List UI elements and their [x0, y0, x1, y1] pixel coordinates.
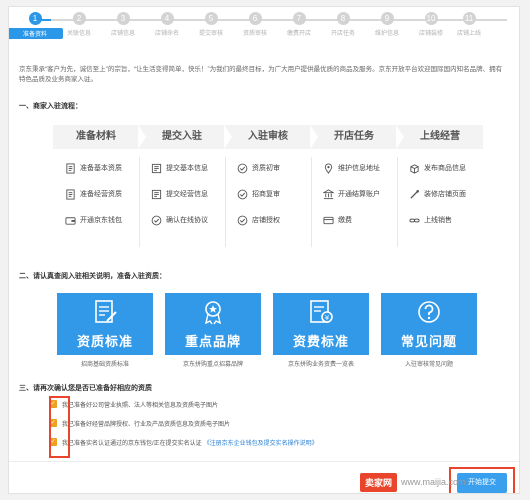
watermark: 卖家网 www.maijia.com	[360, 470, 466, 494]
form-icon	[151, 163, 162, 174]
watermark-logo: 卖家网	[360, 472, 398, 492]
flow-item-label: 发布商品信息	[424, 165, 466, 172]
card-title: 重点品牌	[184, 334, 241, 349]
card-title: 资质标准	[76, 334, 133, 349]
settlement-page: 1 准备资料 2 关联信息 3 店铺信息 4 店铺命名 5 提交审核 6 资质审核 7 缴费开店 8 开店任务…	[8, 6, 520, 494]
flow-item-label: 维护信息地址	[338, 165, 380, 172]
product-icon	[409, 163, 420, 174]
flow-stage-3: 入驻审核	[248, 131, 288, 142]
flow-arrow	[310, 125, 318, 149]
flow-item: 发布商品信息	[409, 155, 495, 181]
watermark-url: www.maijia.com	[401, 477, 466, 487]
flow-column-5: 发布商品信息 装修店铺页面 上线销售	[409, 155, 495, 233]
bank-icon	[323, 188, 334, 200]
medal-icon	[199, 299, 227, 325]
edit-doc-icon	[91, 299, 119, 325]
flow-item-label: 缴费	[338, 217, 352, 224]
card-caption[interactable]: 招商基础资质标准	[57, 359, 153, 368]
link-icon	[409, 215, 420, 226]
section-title-process: 一、商家入驻流程：	[19, 103, 82, 110]
card-title: 资费标准	[292, 334, 349, 349]
confirm-item-label: 我已准备好公司营业执照、法人等相关信息及资质电子图片	[62, 402, 219, 409]
flow-divider	[139, 157, 140, 247]
confirm-item-2: ✓ 我已准备好经营品牌授权、行业及产品资质信息及资质电子图片	[49, 417, 230, 429]
flow-item-label: 资质初审	[252, 165, 280, 172]
confirm-item-label: 我已准备好经营品牌授权、行业及产品资质信息及资质电子图片	[62, 421, 231, 428]
flow-divider	[311, 157, 312, 247]
flow-item-label: 提交经营信息	[166, 191, 208, 198]
pin-icon	[323, 163, 334, 174]
step-progress-bar: 1 准备资料 2 关联信息 3 店铺信息 4 店铺命名 5 提交审核 6 资质审核 7 缴费开店 8 开店任务…	[9, 7, 519, 43]
step-number: 10	[424, 12, 438, 25]
check-circle-icon	[237, 189, 248, 200]
wallet-icon	[65, 215, 76, 226]
flow-item-label: 开通京东钱包	[80, 217, 122, 224]
brush-icon	[409, 189, 420, 200]
flow-item-label: 确认在线协议	[166, 217, 208, 224]
process-flow: 准备材料 提交入驻 入驻审核 开店任务 上线经营 准备基本资质 准备经营资质 开通京东钱包 提…	[53, 125, 483, 255]
flow-stage-2: 提交入驻	[162, 131, 202, 142]
flow-arrow	[396, 125, 404, 149]
card-caption[interactable]: 京东拼购重点招募品牌	[165, 359, 261, 368]
section-title-confirm: 三、请再次确认您是否已准备好相应的资质	[19, 385, 152, 392]
card-1[interactable]: 资质标准	[57, 293, 153, 355]
fee-doc-icon: ¥	[307, 299, 335, 325]
checkbox-highlight-frame	[49, 396, 70, 458]
document-icon	[65, 162, 76, 174]
flow-item-label: 装修店铺页面	[424, 191, 466, 198]
step-number: 2	[72, 12, 86, 25]
card-2[interactable]: 重点品牌	[165, 293, 261, 355]
step-number: 6	[248, 12, 262, 25]
intro-text: 京东秉承“客户为先，诚信至上”的宗旨，“让生活变得简单，快乐！”为我们的最终目标…	[19, 66, 503, 83]
flow-item-label: 上线销售	[424, 217, 452, 224]
step-label: 店铺上线	[456, 31, 481, 37]
check-circle-icon	[237, 163, 248, 174]
flow-header: 准备材料 提交入驻 入驻审核 开店任务 上线经营	[53, 125, 483, 149]
card-3[interactable]: ¥ 资费标准	[273, 293, 369, 355]
step-number: 5	[204, 12, 218, 25]
flow-item-label: 准备基本资质	[80, 165, 122, 172]
flow-arrow	[138, 125, 146, 149]
step-number: 3	[116, 12, 130, 25]
info-cards: 资质标准招商基础资质标准 重点品牌京东拼购重点招募品牌 ¥ 资费标准京东拼购业务资费一…	[57, 293, 477, 369]
question-icon	[415, 299, 443, 325]
card-4[interactable]: 常见问题	[381, 293, 477, 355]
step-number: 11	[462, 12, 476, 25]
card-title: 常见问题	[400, 334, 457, 349]
flow-divider	[225, 157, 226, 247]
form-icon	[151, 189, 162, 200]
flow-stage-5: 上线经营	[420, 131, 460, 142]
step-number: 9	[380, 12, 394, 25]
instruction-link[interactable]: 《注册京东企业钱包及提交实名操作说明》	[204, 438, 318, 447]
card-caption[interactable]: 京东拼购业务资费一览表	[273, 359, 369, 368]
step-number: 1	[28, 12, 42, 25]
confirm-item-3: ✓ 我已准备实名认证通过的京东钱包/正在提交实名认证 《注册京东企业钱包及提交实名操…	[49, 436, 318, 448]
check-circle-icon	[237, 215, 248, 226]
step-number: 8	[336, 12, 350, 25]
card-caption[interactable]: 入驻审核常见问题	[381, 359, 477, 368]
check-circle-icon	[151, 215, 162, 226]
step-number: 7	[292, 12, 306, 25]
step-11: 11 店铺上线	[441, 12, 497, 37]
flow-item-label: 准备经营资质	[80, 191, 122, 198]
flow-divider	[397, 157, 398, 247]
flow-item: 上线销售	[409, 207, 495, 233]
flow-item-label: 提交基本信息	[166, 165, 208, 172]
section-title-docs: 二、请认真查阅入驻相关说明，准备入驻资质：	[19, 273, 166, 280]
divider	[9, 461, 519, 462]
flow-item-label: 店铺授权	[252, 217, 280, 224]
document-icon	[65, 188, 76, 200]
confirm-item-1: ✓ 我已准备好公司营业执照、法人等相关信息及资质电子图片	[49, 398, 218, 410]
confirm-item-label: 我已准备实名认证通过的京东钱包/正在提交实名认证	[62, 440, 202, 447]
step-number: 4	[160, 12, 174, 25]
flow-arrow	[224, 125, 232, 149]
flow-item-label: 开通结算账户	[338, 191, 380, 198]
flow-item: 装修店铺页面	[409, 181, 495, 207]
flow-stage-4: 开店任务	[334, 131, 374, 142]
svg-text:¥: ¥	[325, 314, 330, 322]
payment-icon	[323, 215, 334, 226]
flow-stage-1: 准备材料	[76, 131, 116, 142]
flow-item-label: 招商复审	[252, 191, 280, 198]
